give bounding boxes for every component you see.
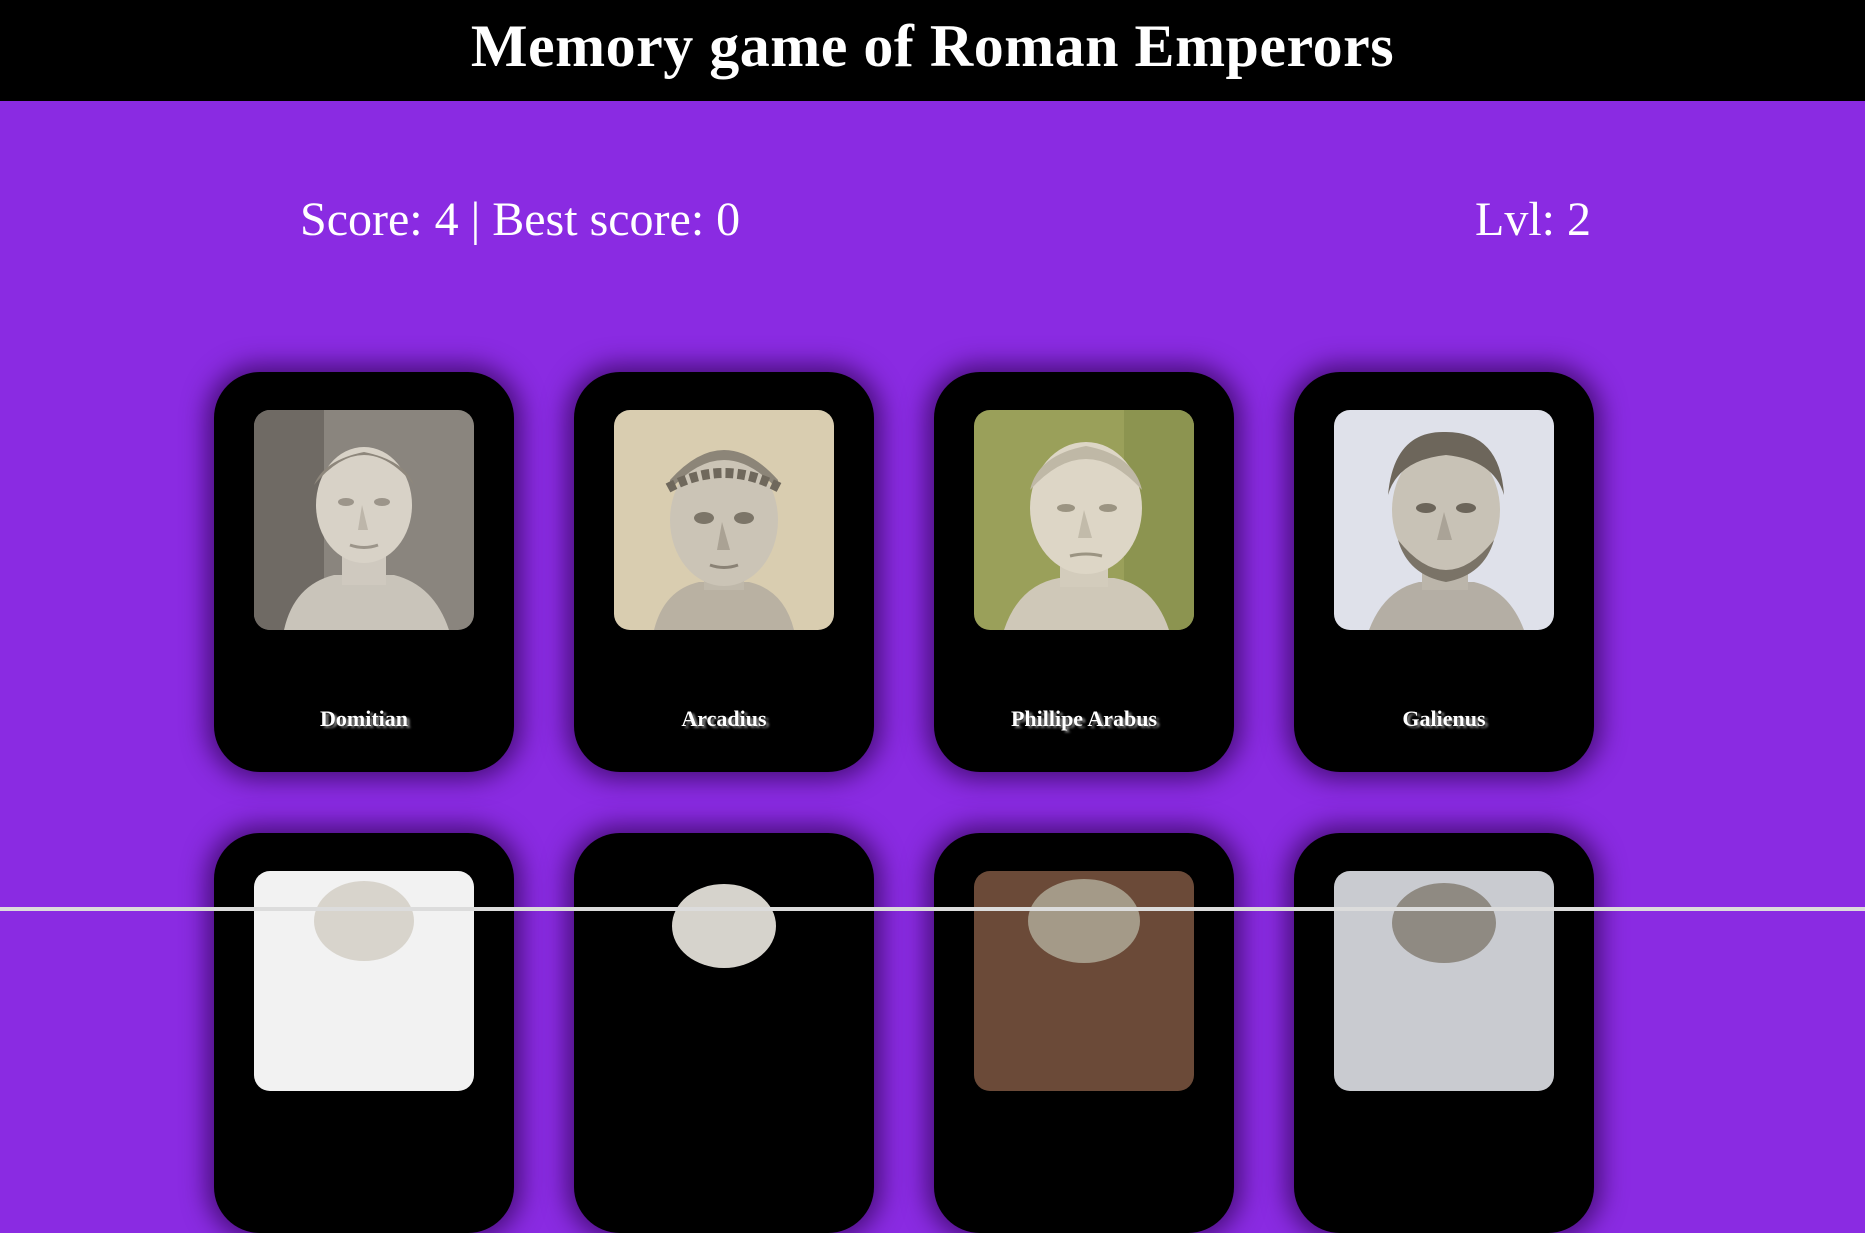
bust-portrait-icon: [254, 410, 474, 630]
emperor-card-galienus[interactable]: Galienus: [1294, 372, 1594, 772]
emperor-name: Galienus: [1402, 706, 1486, 731]
emperor-card[interactable]: [574, 833, 874, 1233]
emperor-name: Domitian: [320, 706, 408, 731]
emperor-name: Arcadius: [681, 706, 767, 731]
bust-portrait-icon: [974, 871, 1194, 1091]
emperor-card[interactable]: [934, 833, 1234, 1233]
window-bottom-edge: [0, 907, 1865, 911]
card-grid: Domitian Arcadius Phillipe Arabus Galien…: [0, 0, 1865, 1233]
bust-portrait-icon: [254, 871, 474, 1091]
emperor-card[interactable]: [214, 833, 514, 1233]
bust-portrait-icon: [974, 410, 1194, 630]
emperor-card-domitian[interactable]: Domitian: [214, 372, 514, 772]
bust-portrait-icon: [614, 871, 834, 1091]
bust-portrait-icon: [1334, 871, 1554, 1091]
bust-portrait-icon: [1334, 410, 1554, 630]
emperor-name: Phillipe Arabus: [1010, 706, 1158, 731]
bust-portrait-icon: [614, 410, 834, 630]
emperor-card[interactable]: [1294, 833, 1594, 1233]
emperor-card-arcadius[interactable]: Arcadius: [574, 372, 874, 772]
emperor-card-phillipe-arabus[interactable]: Phillipe Arabus: [934, 372, 1234, 772]
